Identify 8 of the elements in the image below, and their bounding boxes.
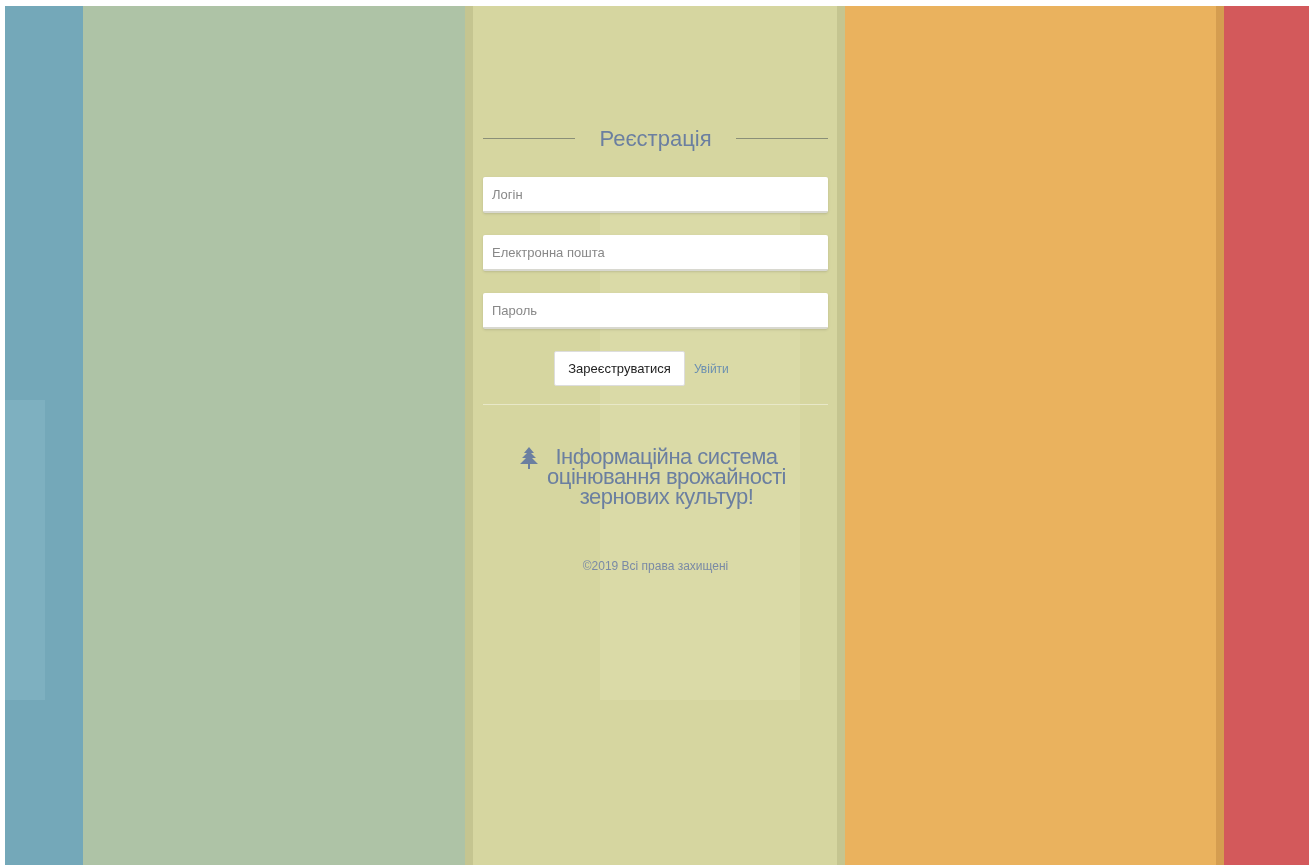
input-field[interactable]: Електронна пошта bbox=[483, 235, 828, 271]
tree-icon bbox=[519, 447, 538, 469]
copyright: ©2019 Всі права захищені bbox=[581, 558, 730, 575]
form-title: Реєстрація bbox=[599, 125, 712, 153]
input-field[interactable]: Пароль bbox=[483, 293, 828, 329]
headline: Інформаційна система оцінювання врожайності зернових культур! bbox=[546, 447, 787, 507]
register-button[interactable]: Зареєструватися bbox=[554, 351, 685, 386]
input-field[interactable]: Логін bbox=[483, 177, 828, 213]
